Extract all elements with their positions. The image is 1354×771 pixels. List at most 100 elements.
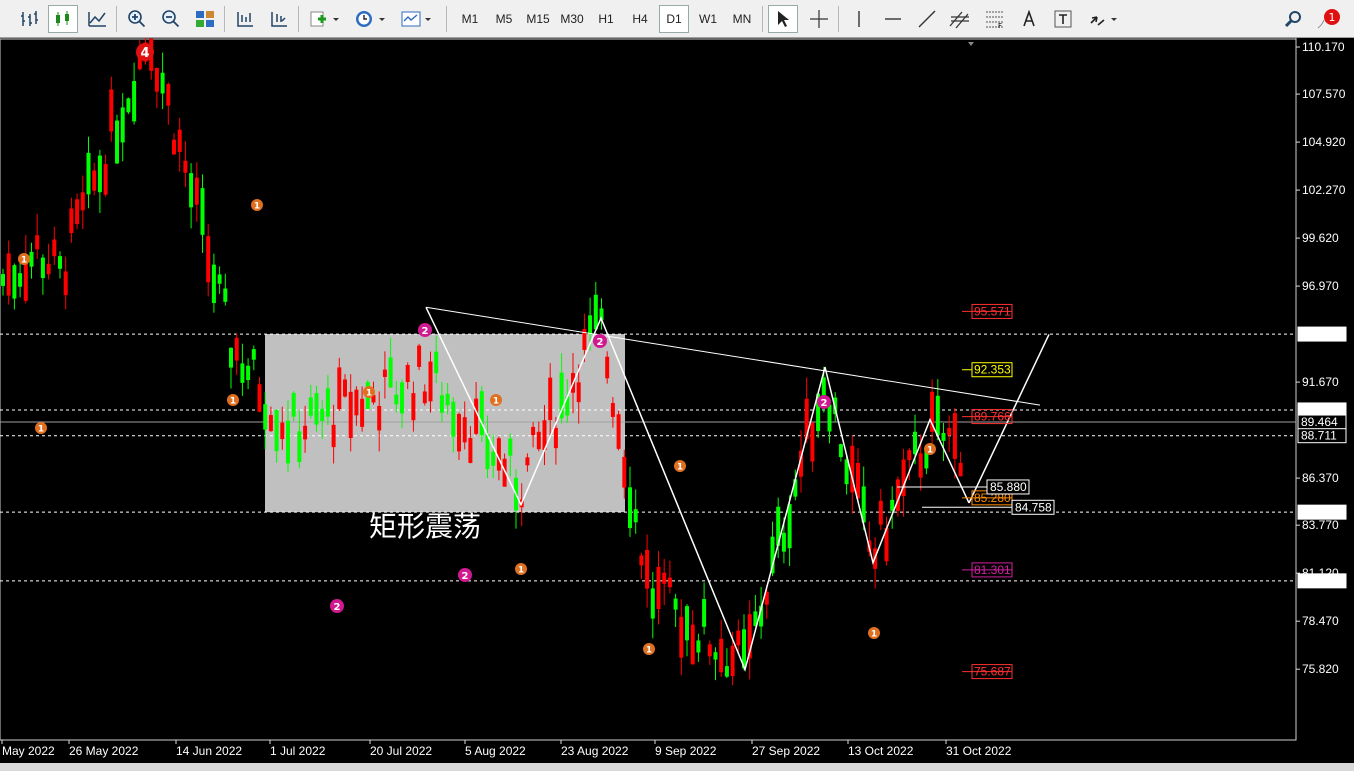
candle-body <box>337 367 342 410</box>
candle-body <box>1 274 5 286</box>
candle-body <box>286 420 290 464</box>
timeframe-h1[interactable]: H1 <box>591 5 621 33</box>
candle-body <box>234 337 239 361</box>
date-tick-label: 5 Aug 2022 <box>465 744 526 758</box>
text-tool-icon[interactable] <box>1014 5 1044 33</box>
wave-mark-label: 1 <box>493 396 499 406</box>
autoscroll-icon[interactable] <box>230 5 260 33</box>
candle-body <box>297 431 302 463</box>
date-tick-label: 27 Sep 2022 <box>752 744 820 758</box>
horizontal-levels <box>0 333 1296 582</box>
arrows-dropdown-icon[interactable] <box>1084 5 1124 33</box>
status-bar <box>0 763 1354 771</box>
search-icon[interactable] <box>1280 5 1306 33</box>
candle-body <box>80 192 85 211</box>
candle-body <box>958 462 963 477</box>
separator <box>446 6 447 32</box>
candle-body <box>457 413 461 452</box>
zoom-out-icon[interactable] <box>156 5 186 33</box>
separator <box>224 6 225 32</box>
line-chart-icon[interactable] <box>82 5 112 33</box>
timeframe-w1[interactable]: W1 <box>693 5 723 33</box>
notifications-icon[interactable]: 1 <box>1312 5 1346 33</box>
timeframe-h4[interactable]: H4 <box>625 5 655 33</box>
timeframe-mn[interactable]: MN <box>727 5 757 33</box>
candle-body <box>639 555 644 566</box>
candle-body <box>685 606 689 641</box>
vertical-line-icon[interactable] <box>844 5 874 33</box>
range-box[interactable] <box>265 334 625 513</box>
trendline-icon[interactable] <box>912 5 942 33</box>
fib-level-label: 95.571 <box>974 304 1011 318</box>
wave-mark-label: 4 <box>140 46 149 61</box>
candle-body <box>810 422 815 462</box>
candle-body <box>787 504 792 549</box>
timeframe-m1[interactable]: M1 <box>455 5 485 33</box>
templates-dropdown-icon[interactable] <box>396 5 438 33</box>
candle-body <box>246 365 251 381</box>
candle-body <box>531 426 536 436</box>
separator <box>116 6 117 32</box>
candle-body <box>400 382 404 414</box>
candle-body <box>12 265 17 299</box>
chart-shift-marker-icon <box>968 42 974 46</box>
periodicity-clock-icon[interactable] <box>350 5 392 33</box>
candle-body <box>730 645 735 677</box>
equidistant-channel-icon[interactable] <box>944 5 978 33</box>
candle-body <box>696 640 701 653</box>
candle-body <box>913 431 917 455</box>
candlestick-icon[interactable] <box>48 5 78 33</box>
date-tick-label: 26 May 2022 <box>69 744 139 758</box>
candle-body <box>377 405 382 431</box>
candle-body <box>434 351 439 374</box>
candle-body <box>166 84 171 106</box>
fibonacci-icon[interactable]: F <box>980 5 1010 33</box>
candle-body <box>935 395 940 436</box>
candle-body <box>354 389 359 416</box>
indicators-dropdown-icon[interactable] <box>304 5 346 33</box>
candle-body <box>479 391 484 436</box>
candle-body <box>439 395 444 413</box>
bar-chart-icon[interactable] <box>14 5 44 33</box>
text-label-icon[interactable] <box>1048 5 1078 33</box>
candle-body <box>536 431 541 450</box>
candle-body <box>86 152 91 195</box>
wave-mark-label: 1 <box>254 201 260 211</box>
candle-body <box>952 413 957 459</box>
candle-body <box>240 363 245 383</box>
separator <box>838 6 839 32</box>
price-level-label: 89.464 <box>1301 415 1338 429</box>
timeframe-m30[interactable]: M30 <box>557 5 587 33</box>
candle-body <box>115 120 119 164</box>
timeframe-m5[interactable]: M5 <box>489 5 519 33</box>
timeframe-m15[interactable]: M15 <box>523 5 553 33</box>
horizontal-line-icon[interactable] <box>878 5 908 33</box>
wave-mark-label: 1 <box>927 445 933 455</box>
price-level-label: 84.490 <box>1301 505 1338 519</box>
wave-mark-label: 2 <box>334 602 341 613</box>
candle-body <box>462 417 467 443</box>
candle-body <box>405 365 410 383</box>
timeframe-d1[interactable]: D1 <box>659 5 689 33</box>
wave-mark-label: 1 <box>21 255 27 265</box>
chart-shift-icon[interactable] <box>264 5 294 33</box>
candle-body <box>343 379 347 397</box>
price-chart[interactable]: 矩形震荡 110.170 107.570 104.920 102.270 99.620 9… <box>0 38 1354 763</box>
crosshair-icon[interactable] <box>804 5 834 33</box>
candle-body <box>445 393 450 406</box>
price-tick-label: 99.620 <box>1302 231 1339 245</box>
price-tick-label: 104.920 <box>1302 135 1346 149</box>
candle-body <box>656 566 661 609</box>
candle-body <box>422 391 427 404</box>
candle-body <box>628 487 632 529</box>
candle-body <box>667 577 672 588</box>
wave-mark-label: 1 <box>646 645 652 655</box>
candle-body <box>251 349 256 360</box>
price-tick-label: 86.370 <box>1302 471 1339 485</box>
tile-windows-icon[interactable] <box>190 5 220 33</box>
date-tick-label: 9 Sep 2022 <box>655 744 717 758</box>
price-tick-label: 96.970 <box>1302 279 1339 293</box>
candle-body <box>29 251 34 267</box>
zoom-in-icon[interactable] <box>122 5 152 33</box>
cursor-icon[interactable] <box>768 5 798 33</box>
